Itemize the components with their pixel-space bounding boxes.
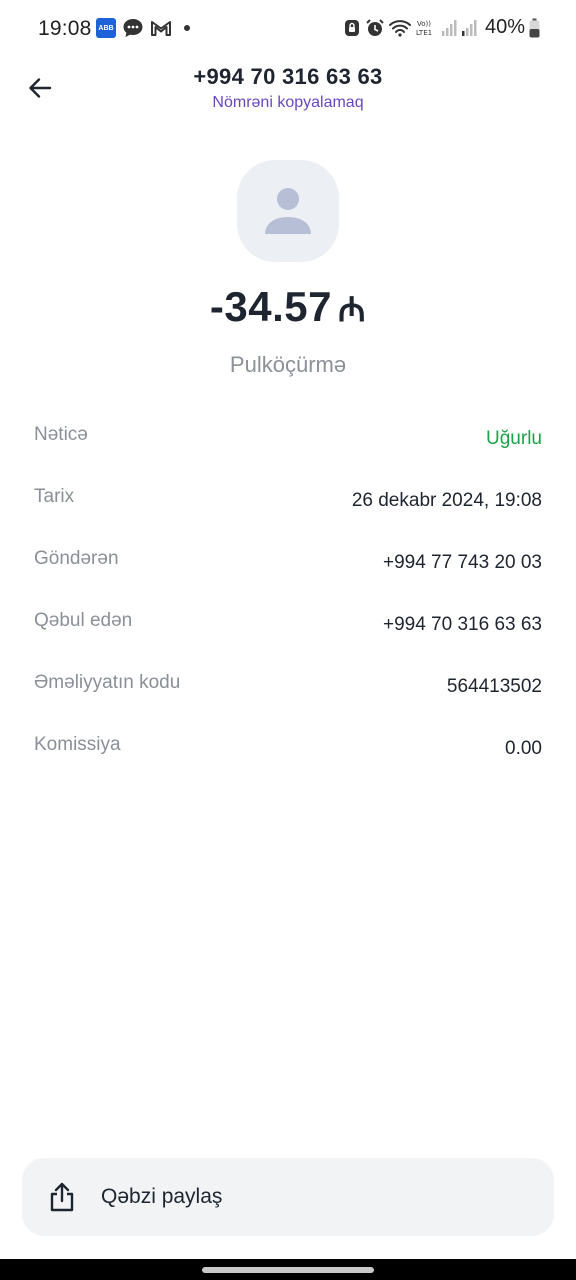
home-handle[interactable] <box>202 1267 374 1273</box>
signal-icon <box>461 19 477 36</box>
detail-row-sender: Göndərən +994 77 743 20 03 <box>34 548 542 588</box>
svg-text:LTE1: LTE1 <box>416 29 432 37</box>
detail-value: 26 dekabr 2024, 19:08 <box>351 490 542 511</box>
notification-icons: ABB <box>96 18 190 38</box>
share-receipt-label: Qəbzi paylaş <box>101 1185 223 1208</box>
detail-label: Əməliyyatın kodu <box>34 672 181 693</box>
detail-value: +994 70 316 63 63 <box>382 614 542 635</box>
detail-row-transaction-code: Əməliyyatın kodu 564413502 <box>34 672 542 712</box>
wifi-icon <box>388 19 411 37</box>
abb-icon: ABB <box>96 18 116 38</box>
detail-row-commission: Komissiya 0.00 <box>34 734 542 774</box>
detail-label: Tarix <box>34 486 75 507</box>
battery-icon <box>529 18 540 37</box>
detail-label: Qəbul edən <box>34 610 133 631</box>
signal-icon <box>441 19 457 36</box>
detail-row-recipient: Qəbul edən +994 70 316 63 63 <box>34 610 542 650</box>
screenshot-lock-icon <box>344 19 359 36</box>
detail-label: Nəticə <box>34 424 88 445</box>
detail-value: +994 77 743 20 03 <box>382 552 542 573</box>
gmail-icon <box>151 21 171 36</box>
volte-lte-icon: Vo)) LTE1 <box>416 20 432 37</box>
currency-symbol: ₼ <box>338 291 367 329</box>
detail-value: 0.00 <box>505 738 542 759</box>
battery-percentage: 40% <box>484 16 525 38</box>
messages-icon <box>123 19 143 37</box>
copy-number-link[interactable]: Nömrəni kopyalamaq <box>0 94 576 112</box>
system-icons: Vo)) LTE1 40% <box>343 16 540 39</box>
status-bar: 19:08 ABB Vo)) LTE1 40% <box>0 0 576 58</box>
transaction-type: Pulköçürmə <box>229 352 347 377</box>
detail-value: 564413502 <box>446 676 542 697</box>
svg-text:Vo)): Vo)) <box>417 20 431 28</box>
user-icon <box>265 188 311 234</box>
transaction-amount: -34.57 ₼ <box>0 283 576 331</box>
detail-label: Göndərən <box>34 548 119 569</box>
alarm-icon <box>366 18 384 36</box>
detail-row-result: Nəticə Uğurlu <box>34 424 542 464</box>
detail-label: Komissiya <box>34 734 121 755</box>
detail-row-date: Tarix 26 dekabr 2024, 19:08 <box>34 486 542 526</box>
more-notifications-dot <box>184 25 190 31</box>
amount-value: -34.57 <box>209 283 333 330</box>
recipient-phone-title: +994 70 316 63 63 <box>193 64 383 89</box>
status-value: Uğurlu <box>486 428 542 449</box>
share-icon <box>50 1182 74 1212</box>
status-time: 19:08 <box>38 17 92 40</box>
navigation-bar <box>0 1259 576 1280</box>
avatar <box>237 160 339 262</box>
receipt-screen: 19:08 ABB Vo)) LTE1 40% +994 70 316 63 6… <box>0 0 576 1280</box>
share-receipt-button[interactable]: Qəbzi paylaş <box>22 1158 554 1236</box>
